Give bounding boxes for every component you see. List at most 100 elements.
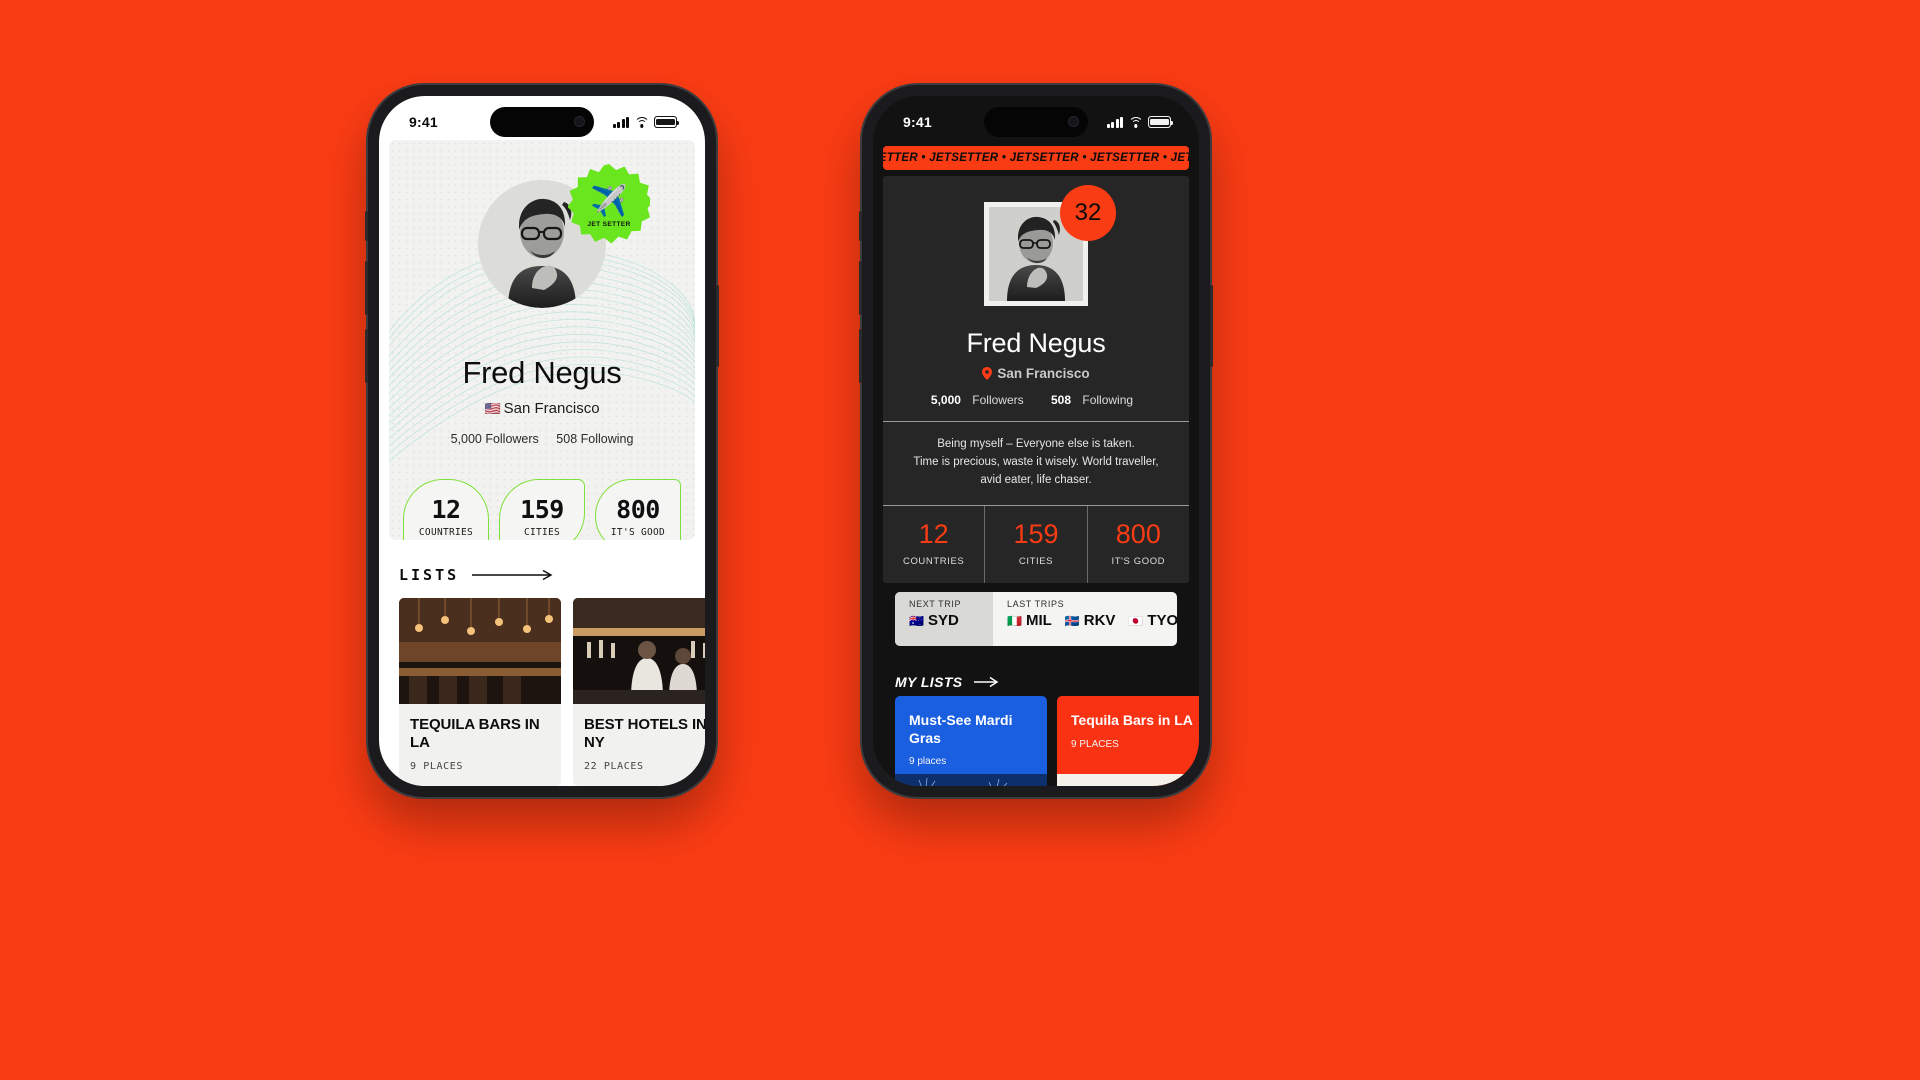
follow-counts: 5,000 Followers 508 Following <box>389 432 695 446</box>
following-count[interactable]: 508 Following <box>1051 393 1141 407</box>
avatar-wrapper: 32 <box>984 185 1116 306</box>
phone-light: 9:41 ✈️ JET SETTER Fred Negus 🇺🇸 San Fra… <box>365 85 719 797</box>
list-title: Tequila Bars in LA <box>1071 712 1193 728</box>
lists-header-light[interactable]: LISTS <box>399 566 556 584</box>
arrow-right-icon <box>973 676 998 688</box>
wifi-icon <box>1128 116 1143 128</box>
page-title: Fred Negus <box>462 355 622 390</box>
map-pin-icon <box>982 367 993 380</box>
location-text: San Francisco <box>997 366 1090 381</box>
volume-down-button[interactable] <box>365 329 368 383</box>
cellular-signal-icon <box>612 116 629 128</box>
last-trip-code: TYO <box>1147 612 1177 629</box>
lists-carousel-light[interactable]: TEQUILA BARS IN LA 9 PLACES BEST HOTELS … <box>399 598 705 786</box>
wifi-icon <box>634 116 649 128</box>
dynamic-island <box>984 107 1088 137</box>
arrow-right-icon <box>472 569 553 581</box>
lists-header-dark[interactable]: MY LISTS <box>895 674 1000 690</box>
followers-count[interactable]: 5,000 Followers <box>451 432 539 446</box>
list-card[interactable]: Must-See Mardi Gras 9 places <box>895 696 1047 786</box>
mute-switch[interactable] <box>365 211 368 241</box>
following-count[interactable]: 508 Following <box>556 432 633 446</box>
stat-value: 159 <box>1013 519 1059 550</box>
page-title: Fred Negus <box>966 328 1106 358</box>
location-line: 🇺🇸 San Francisco <box>389 400 695 417</box>
last-trip-code: RKV <box>1083 612 1116 629</box>
battery-icon <box>654 116 680 128</box>
list-title: Must-See Mardi Gras <box>909 712 1013 746</box>
list-photo <box>573 598 705 704</box>
list-card[interactable]: TEQUILA BARS IN LA 9 PLACES <box>399 598 561 786</box>
stat-countries[interactable]: 12 COUNTRIES <box>403 479 489 540</box>
stat-value: 800 <box>1115 519 1161 550</box>
stat-label: IT'S GOOD <box>1111 556 1166 568</box>
trips-bar: NEXT TRIP 🇦🇺 SYD LAST TRIPS 🇮🇹 MIL 🇮🇸 RK… <box>895 592 1177 646</box>
stat-countries[interactable]: 12 COUNTRIES <box>883 506 986 584</box>
list-meta: Must-See Mardi Gras 9 places <box>895 696 1047 767</box>
stat-label: COUNTRIES <box>902 556 965 568</box>
last-trips-section[interactable]: LAST TRIPS 🇮🇹 MIL 🇮🇸 RKV 🇯🇵 TYO <box>993 592 1177 646</box>
list-card[interactable]: Tequila Bars in LA 9 PLACES <box>1057 696 1199 786</box>
stat-its-good[interactable]: 800 IT'S GOOD <box>1088 506 1189 583</box>
profile-hero-card: ✈️ JET SETTER Fred Negus 🇺🇸 San Francisco… <box>389 140 695 540</box>
next-trip-section[interactable]: NEXT TRIP 🇦🇺 SYD <box>895 592 993 646</box>
phone-dark: 9:41 JETSETTER • JETSETTER • JETSETTER •… <box>859 85 1213 797</box>
next-trip-label: NEXT TRIP <box>909 599 962 609</box>
status-time: 9:41 <box>409 114 438 130</box>
followers-count[interactable]: 5,000 Followers <box>931 393 1032 407</box>
japan-flag-icon: 🇯🇵 <box>1128 613 1144 628</box>
stats-row-dark: 12 COUNTRIES 159 CITIES 800 IT'S GOOD <box>883 505 1189 584</box>
stat-label: IT'S GOOD <box>610 526 666 538</box>
stat-label: COUNTRIES <box>418 526 474 538</box>
last-trip-item[interactable]: 🇯🇵 TYO <box>1128 612 1177 629</box>
bio-text: Being myself – Everyone else is taken. T… <box>883 421 1189 505</box>
list-title: TEQUILA BARS IN LA <box>410 716 540 751</box>
power-button[interactable] <box>1210 285 1213 367</box>
lists-header-label: LISTS <box>399 566 460 584</box>
stat-value: 12 <box>918 519 949 550</box>
stat-cities[interactable]: 159 CITIES <box>985 506 1088 584</box>
last-trip-code: MIL <box>1025 612 1052 629</box>
hotel-bar-photo <box>573 598 705 704</box>
list-places: 22 PLACES <box>584 761 644 772</box>
cellular-signal-icon <box>1106 116 1123 128</box>
next-trip-item[interactable]: 🇦🇺 SYD <box>909 612 959 629</box>
last-trip-item[interactable]: 🇮🇸 RKV <box>1065 612 1116 629</box>
stat-value: 12 <box>431 494 461 524</box>
volume-down-button[interactable] <box>859 329 862 383</box>
badge-label: JET SETTER <box>587 220 631 228</box>
list-photo <box>399 598 561 704</box>
stat-label: CITIES <box>523 526 561 538</box>
jetsetter-ticker: JETSETTER • JETSETTER • JETSETTER • JETS… <box>883 146 1189 170</box>
screen-dark: 9:41 JETSETTER • JETSETTER • JETSETTER •… <box>873 96 1199 786</box>
power-button[interactable] <box>716 285 719 367</box>
bar-interior-photo <box>399 598 561 704</box>
list-title: BEST HOTELS IN NY <box>584 716 705 751</box>
jet-setter-badge[interactable]: ✈️ JET SETTER <box>568 164 650 246</box>
status-time: 9:41 <box>903 114 932 130</box>
follow-counts: 5,000 Followers 508 Following <box>883 393 1189 421</box>
list-card[interactable]: BEST HOTELS IN NY 22 PLACES <box>573 598 705 786</box>
mute-switch[interactable] <box>859 211 862 241</box>
stat-value: 159 <box>520 494 564 524</box>
stat-cities[interactable]: 159 CITIES <box>499 479 585 540</box>
stat-its-good[interactable]: 800 IT'S GOOD <box>595 479 681 540</box>
volume-up-button[interactable] <box>859 261 862 315</box>
following-value: 508 <box>1051 393 1072 407</box>
airplane-icon: ✈️ <box>590 184 628 218</box>
dynamic-island <box>490 107 594 137</box>
lists-carousel-dark[interactable]: Must-See Mardi Gras 9 places Tequila Bar… <box>895 696 1199 786</box>
list-meta: TEQUILA BARS IN LA 9 PLACES <box>399 704 561 786</box>
followers-value: 5,000 <box>930 393 961 407</box>
next-trip-code: SYD <box>927 612 959 629</box>
trip-count-badge[interactable]: 32 <box>1043 185 1116 241</box>
stat-value: 800 <box>616 494 660 524</box>
last-trip-item[interactable]: 🇮🇹 MIL <box>1007 612 1052 629</box>
volume-up-button[interactable] <box>365 261 368 315</box>
fireworks-photo <box>895 774 1047 786</box>
list-photo-strip <box>1057 774 1199 786</box>
location-line: San Francisco <box>883 366 1189 381</box>
lists-header-label: MY LISTS <box>895 674 963 690</box>
italy-flag-icon: 🇮🇹 <box>1007 613 1022 628</box>
us-flag-icon: 🇺🇸 <box>484 401 501 416</box>
